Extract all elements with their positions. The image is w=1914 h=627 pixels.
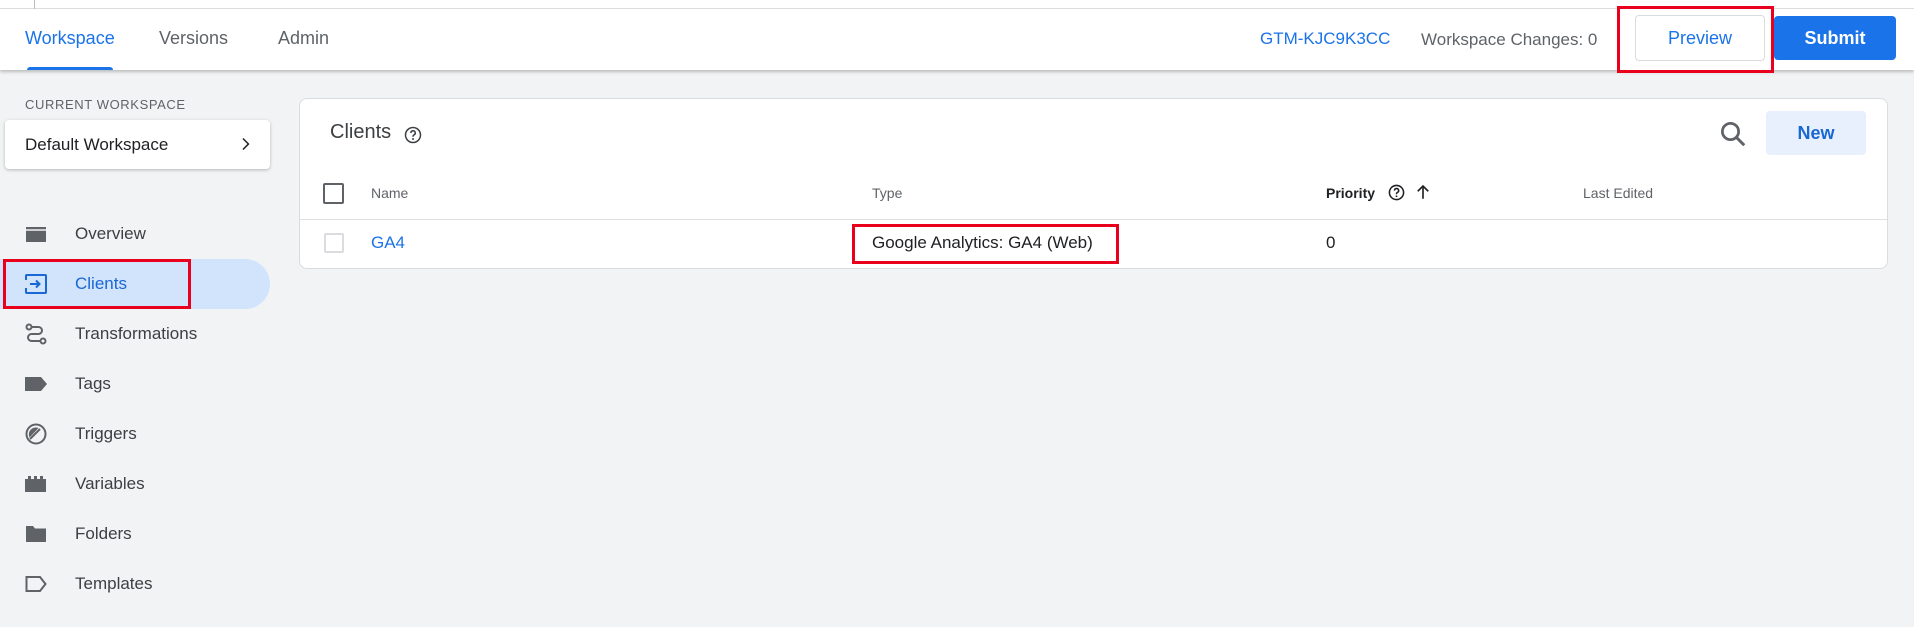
page-title: Clients — [330, 121, 392, 143]
top-strip — [0, 0, 1914, 9]
client-priority: 0 — [1326, 233, 1336, 252]
sidebar-item-label: Overview — [75, 224, 146, 243]
tag-icon — [24, 373, 48, 395]
sidebar-item-folders[interactable]: Folders — [0, 509, 270, 559]
sort-ascending-icon[interactable] — [1414, 183, 1432, 201]
sidebar-item-overview[interactable]: Overview — [0, 209, 270, 259]
sidebar-item-clients[interactable]: Clients — [0, 259, 270, 309]
submit-button[interactable]: Submit — [1774, 16, 1896, 60]
client-type: Google Analytics: GA4 (Web) — [872, 233, 1093, 252]
search-icon[interactable] — [1718, 119, 1748, 149]
folder-icon — [24, 523, 48, 545]
sidebar-item-label: Variables — [75, 474, 145, 493]
container-id-link[interactable]: GTM-KJC9K3CC — [1260, 9, 1390, 68]
sidebar-item-label: Clients — [75, 274, 127, 293]
sidebar-item-templates[interactable]: Templates — [0, 559, 270, 609]
preview-button[interactable]: Preview — [1635, 15, 1765, 61]
help-icon[interactable] — [404, 126, 422, 144]
column-header-last-edited[interactable]: Last Edited — [1583, 185, 1653, 201]
select-all-checkbox[interactable] — [323, 183, 344, 204]
sidebar-item-tags[interactable]: Tags — [0, 359, 270, 409]
sidebar-item-transformations[interactable]: Transformations — [0, 309, 270, 359]
current-workspace-label: CURRENT WORKSPACE — [25, 97, 186, 112]
column-header-priority[interactable]: Priority — [1326, 185, 1375, 201]
tab-workspace[interactable]: Workspace — [25, 9, 115, 70]
chevron-right-icon — [242, 138, 250, 150]
column-header-type[interactable]: Type — [872, 185, 902, 201]
sidebar-item-triggers[interactable]: Triggers — [0, 409, 270, 459]
clients-icon — [24, 273, 48, 295]
priority-help-icon[interactable] — [1388, 184, 1405, 201]
sidebar-item-label: Templates — [75, 574, 153, 593]
row-divider — [300, 219, 1887, 220]
workspace-selector[interactable]: Default Workspace — [5, 120, 270, 169]
tab-admin[interactable]: Admin — [278, 9, 329, 70]
column-header-name[interactable]: Name — [371, 185, 408, 201]
variables-icon — [24, 473, 48, 495]
app-header: Workspace Versions Admin GTM-KJC9K3CC Wo… — [0, 9, 1914, 70]
sidebar-item-label: Triggers — [75, 424, 137, 443]
workspace-name: Default Workspace — [25, 135, 169, 154]
workspace-changes-count: Workspace Changes: 0 — [1421, 30, 1598, 49]
sidebar-item-label: Folders — [75, 524, 132, 543]
overview-icon — [24, 223, 48, 245]
client-name-link[interactable]: GA4 — [371, 233, 405, 253]
trigger-icon — [24, 423, 48, 445]
sidebar-item-label: Transformations — [75, 324, 198, 343]
template-icon — [24, 573, 48, 595]
sidebar-item-variables[interactable]: Variables — [0, 459, 270, 509]
sidebar-item-label: Tags — [75, 374, 111, 393]
transformations-icon — [24, 323, 48, 345]
tab-versions[interactable]: Versions — [159, 9, 228, 70]
row-checkbox[interactable] — [324, 233, 344, 253]
clients-card: Clients New Name Type Priority Last Edit… — [299, 98, 1888, 269]
new-client-button[interactable]: New — [1766, 111, 1866, 155]
